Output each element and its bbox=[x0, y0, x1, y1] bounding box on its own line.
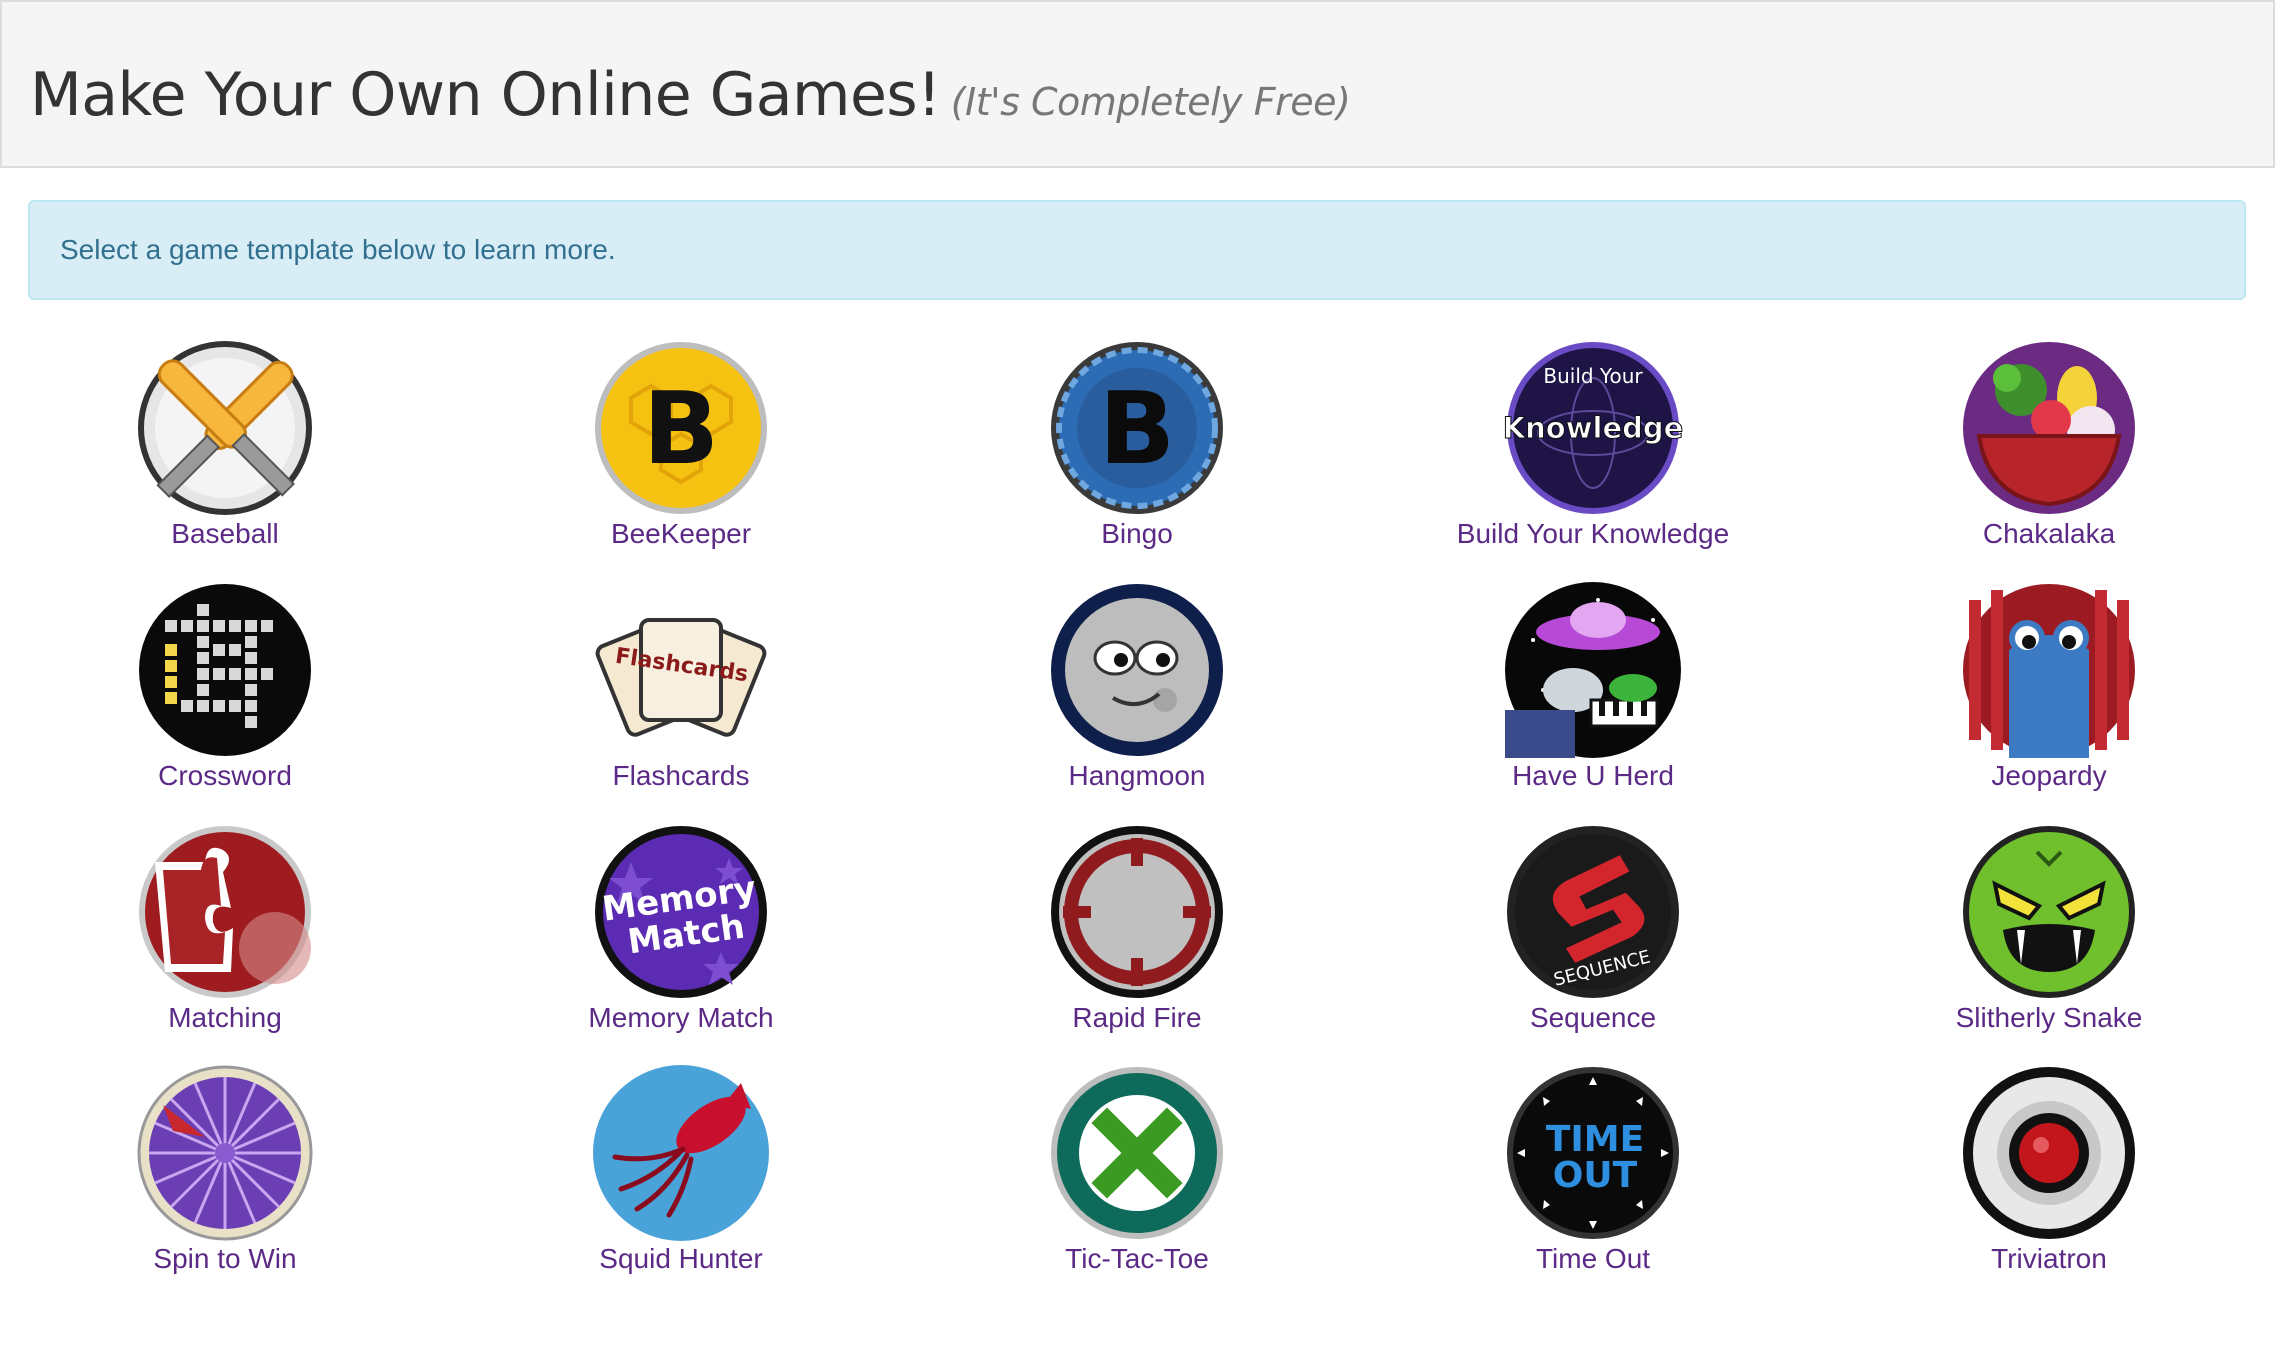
game-tile-baseball[interactable]: Baseball bbox=[5, 338, 445, 568]
memory-match-icon: Memory Match bbox=[595, 826, 767, 998]
game-label: Baseball bbox=[171, 518, 279, 549]
moon-face-icon bbox=[1051, 584, 1223, 756]
game-tile-have-u-herd[interactable]: Have U Herd bbox=[1373, 580, 1813, 810]
game-label: Sequence bbox=[1529, 1002, 1657, 1033]
game-tile-crossword[interactable]: Crossword bbox=[5, 580, 445, 810]
page-subtitle: (It's Completely Free) bbox=[950, 80, 1351, 124]
build-your-knowledge-icon: Build Your Knowledge bbox=[1503, 342, 1683, 514]
game-tile-hangmoon[interactable]: Hangmoon bbox=[917, 580, 1357, 810]
game-tile-beekeeper[interactable]: B BeeKeeper bbox=[461, 338, 901, 568]
game-label: BeeKeeper bbox=[610, 518, 752, 549]
game-label: Squid Hunter bbox=[599, 1243, 763, 1274]
svg-text:B: B bbox=[643, 370, 719, 487]
game-tile-triviatron[interactable]: Triviatron bbox=[1829, 1063, 2269, 1293]
game-label: Build Your Knowledge bbox=[1456, 518, 1730, 549]
game-tile-slitherly-snake[interactable]: Slitherly Snake bbox=[1829, 822, 2269, 1052]
bingo-b-icon: B bbox=[1051, 342, 1223, 514]
game-tile-spin-to-win[interactable]: Spin to Win bbox=[5, 1063, 445, 1293]
game-tile-build-your-knowledge[interactable]: Build Your Knowledge Build Your Knowledg… bbox=[1373, 338, 1813, 568]
game-tile-bingo[interactable]: B Bingo bbox=[917, 338, 1357, 568]
game-tile-memory-match[interactable]: Memory Match Memory Match bbox=[461, 822, 901, 1052]
svg-text:Build Your: Build Your bbox=[1543, 364, 1643, 388]
beekeeper-b-icon: B bbox=[595, 342, 767, 514]
game-label: Tic-Tac-Toe bbox=[1065, 1243, 1209, 1274]
game-label: Slitherly Snake bbox=[1955, 1002, 2143, 1033]
game-tile-tic-tac-toe[interactable]: Tic-Tac-Toe bbox=[917, 1063, 1357, 1293]
squid-icon bbox=[593, 1065, 769, 1241]
game-label: Memory Match bbox=[588, 1002, 774, 1033]
prize-wheel-icon bbox=[137, 1065, 313, 1241]
target-crosshair-icon bbox=[1051, 826, 1223, 998]
puzzle-pieces-icon bbox=[139, 826, 311, 998]
sequence-s-icon: SEQUENCE bbox=[1507, 826, 1679, 998]
game-label: Time Out bbox=[1535, 1243, 1651, 1274]
tic-tac-toe-x-icon bbox=[1051, 1067, 1223, 1239]
baseball-bats-icon bbox=[138, 341, 312, 515]
ufo-cow-icon bbox=[1505, 582, 1681, 758]
svg-text:OUT: OUT bbox=[1553, 1155, 1638, 1196]
game-tile-sequence[interactable]: SEQUENCE Sequence bbox=[1373, 822, 1813, 1052]
game-tile-jeopardy[interactable]: Jeopardy bbox=[1829, 580, 2269, 810]
game-tile-flashcards[interactable]: Flashcards Flashcards bbox=[461, 580, 901, 810]
game-label: Bingo bbox=[1101, 518, 1173, 549]
svg-text:Knowledge: Knowledge bbox=[1503, 411, 1683, 445]
crossword-grid-icon bbox=[139, 584, 311, 756]
info-alert: Select a game template below to learn mo… bbox=[28, 200, 2246, 300]
game-label: Flashcards bbox=[612, 760, 750, 791]
game-label: Triviatron bbox=[1991, 1243, 2107, 1274]
red-button-icon bbox=[1963, 1067, 2135, 1239]
game-tile-time-out[interactable]: TIME OUT Time Out bbox=[1373, 1063, 1813, 1293]
svg-text:B: B bbox=[1099, 370, 1175, 487]
game-tile-rapid-fire[interactable]: Rapid Fire bbox=[917, 822, 1357, 1052]
game-label: Spin to Win bbox=[153, 1243, 297, 1274]
page-header: Make Your Own Online Games! (It's Complet… bbox=[0, 0, 2275, 168]
game-tile-matching[interactable]: Matching bbox=[5, 822, 445, 1052]
svg-text:TIME: TIME bbox=[1546, 1119, 1644, 1160]
game-label: Jeopardy bbox=[1991, 760, 2107, 791]
page-title: Make Your Own Online Games! (It's Complet… bbox=[30, 60, 1351, 130]
game-tile-chakalaka[interactable]: Chakalaka bbox=[1829, 338, 2269, 568]
game-label: Hangmoon bbox=[1068, 760, 1206, 791]
veggie-bowl-icon bbox=[1963, 342, 2135, 514]
game-label: Crossword bbox=[158, 760, 292, 791]
time-out-clock-icon: TIME OUT bbox=[1507, 1067, 1679, 1239]
blue-creature-icon bbox=[1963, 584, 2135, 758]
game-label: Matching bbox=[168, 1002, 282, 1033]
game-label: Have U Herd bbox=[1512, 760, 1674, 791]
game-label: Rapid Fire bbox=[1072, 1002, 1202, 1033]
snake-face-icon bbox=[1963, 826, 2135, 998]
page-title-text: Make Your Own Online Games! bbox=[30, 60, 941, 130]
game-label: Chakalaka bbox=[1982, 518, 2116, 549]
game-tile-squid-hunter[interactable]: Squid Hunter bbox=[461, 1063, 901, 1293]
flashcards-icon: Flashcards bbox=[595, 618, 767, 737]
